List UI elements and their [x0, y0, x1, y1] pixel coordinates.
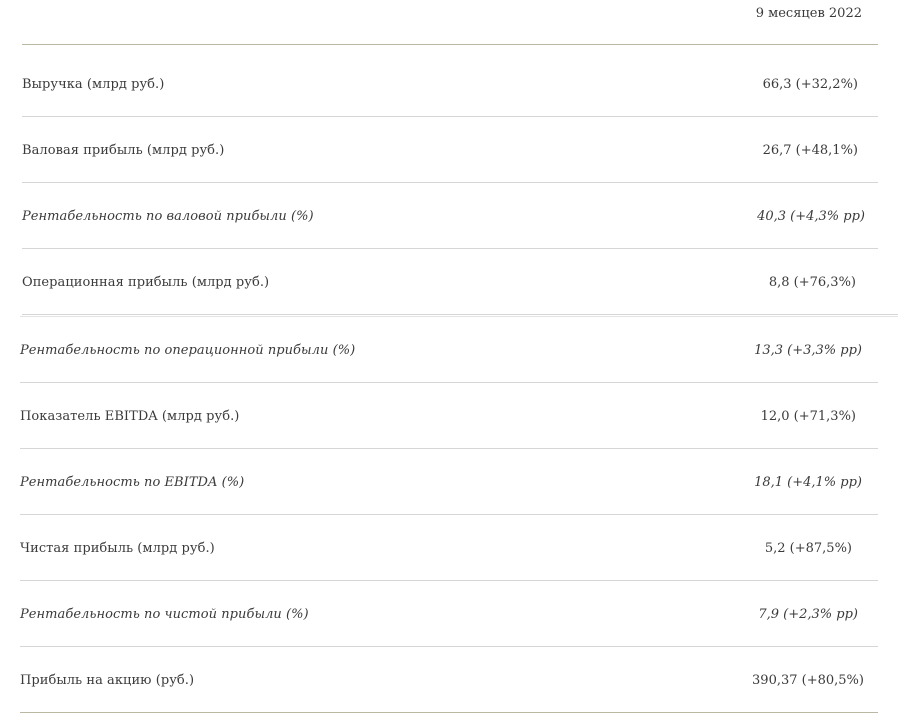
row-value: 390,37 (+80,5%) [752, 672, 864, 688]
row-value: 12,0 (+71,3%) [760, 408, 856, 424]
row-value: 18,1 (+4,1% pp) [754, 474, 862, 490]
row-divider [22, 314, 898, 315]
table-header-divider [22, 44, 878, 45]
row-value: 26,7 (+48,1%) [762, 142, 858, 158]
table-row-operating-margin: Рентабельность по операционной прибыли (… [20, 317, 862, 383]
row-value: 7,9 (+2,3% pp) [758, 606, 858, 622]
row-value: 40,3 (+4,3% pp) [757, 208, 865, 224]
row-label: Рентабельность по операционной прибыли (… [20, 342, 356, 358]
row-label: Выручка (млрд руб.) [22, 76, 165, 92]
row-value: 66,3 (+32,2%) [762, 76, 858, 92]
row-label: Чистая прибыль (млрд руб.) [20, 540, 215, 556]
row-value: 13,3 (+3,3% pp) [754, 342, 862, 358]
row-value: 5,2 (+87,5%) [764, 540, 852, 556]
period-column-header: 9 месяцев 2022 [755, 6, 862, 21]
row-label: Валовая прибыль (млрд руб.) [22, 142, 225, 158]
row-label: Операционная прибыль (млрд руб.) [22, 274, 270, 290]
table-row-net-margin: Рентабельность по чистой прибыли (%) 7,9… [20, 581, 862, 647]
row-label: Рентабельность по валовой прибыли (%) [22, 208, 314, 224]
row-label: Прибыль на акцию (руб.) [20, 672, 195, 688]
table-row-gross-margin: Рентабельность по валовой прибыли (%) 40… [22, 183, 865, 249]
row-label: Рентабельность по чистой прибыли (%) [20, 606, 309, 622]
table-row-gross-profit: Валовая прибыль (млрд руб.) 26,7 (+48,1%… [22, 117, 860, 183]
table-row-ebitda: Показатель EBITDA (млрд руб.) 12,0 (+71,… [20, 383, 862, 449]
financial-results-table: 9 месяцев 2022 Выручка (млрд руб.) 66,3 … [0, 0, 898, 718]
table-row-revenue: Выручка (млрд руб.) 66,3 (+32,2%) [22, 51, 860, 117]
row-value: 8,8 (+76,3%) [768, 274, 856, 290]
table-bottom-divider [20, 712, 878, 713]
table-row-ebitda-margin: Рентабельность по EBITDA (%) 18,1 (+4,1%… [20, 449, 862, 515]
table-row-net-profit: Чистая прибыль (млрд руб.) 5,2 (+87,5%) [20, 515, 862, 581]
row-label: Показатель EBITDA (млрд руб.) [20, 408, 240, 424]
row-label: Рентабельность по EBITDA (%) [20, 474, 245, 490]
table-row-eps: Прибыль на акцию (руб.) 390,37 (+80,5%) [20, 647, 864, 713]
table-row-operating-profit: Операционная прибыль (млрд руб.) 8,8 (+7… [22, 249, 860, 315]
